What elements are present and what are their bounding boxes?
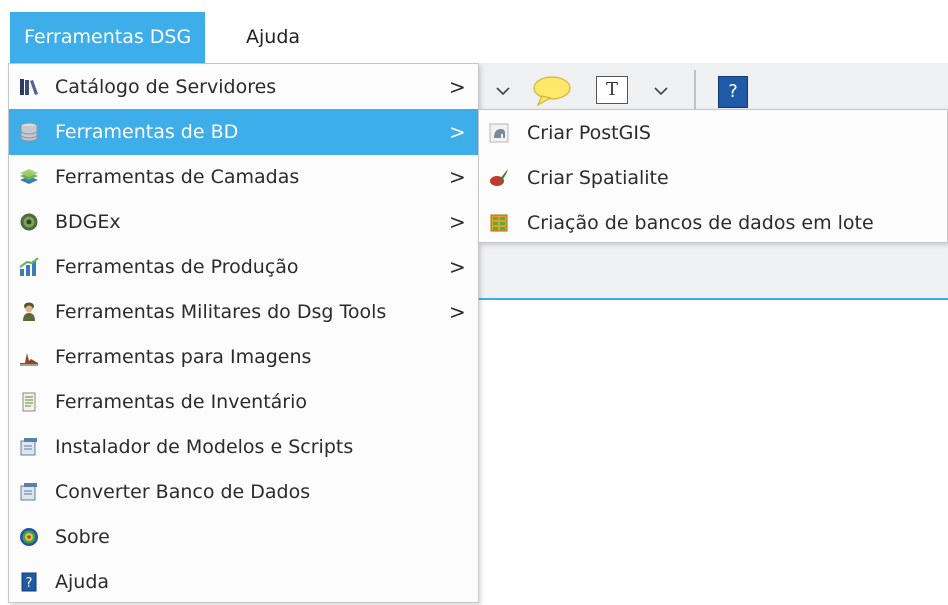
help-icon[interactable]: ? xyxy=(718,76,748,108)
menu-item-label: Ferramentas de BD xyxy=(55,121,239,143)
panel-divider xyxy=(478,298,948,300)
menu-item-converter-banco[interactable]: Converter Banco de Dados xyxy=(9,469,478,515)
menu-item-label: Ferramentas Militares do Dsg Tools xyxy=(55,301,387,323)
submenu-arrow-icon: > xyxy=(449,165,466,189)
menu-item-ferramentas-bd[interactable]: Ferramentas de BD > xyxy=(9,109,478,155)
ferramentas-bd-submenu: Criar PostGIS Criar Spatialite Criação d… xyxy=(478,109,948,243)
svg-text:?: ? xyxy=(26,576,33,591)
menu-item-catalogo-servidores[interactable]: Catálogo de Servidores > xyxy=(9,64,478,110)
menu-item-label: Ferramentas de Produção xyxy=(55,256,299,278)
target-icon xyxy=(20,528,38,546)
postgis-elephant-icon xyxy=(489,123,509,143)
toolbar-separator xyxy=(694,70,696,110)
submenu-item-label: Criar Spatialite xyxy=(527,167,669,189)
menu-item-ferramentas-militares[interactable]: Ferramentas Militares do Dsg Tools > xyxy=(9,289,478,335)
menu-item-ferramentas-camadas[interactable]: Ferramentas de Camadas > xyxy=(9,154,478,200)
production-chart-icon xyxy=(19,257,39,276)
menu-item-ferramentas-producao[interactable]: Ferramentas de Produção > xyxy=(9,244,478,290)
books-icon xyxy=(20,79,38,95)
submenu-arrow-icon: > xyxy=(449,300,466,324)
installer-icon xyxy=(20,438,37,456)
globe-icon xyxy=(20,213,38,231)
submenu-item-criar-postgis[interactable]: Criar PostGIS xyxy=(479,110,947,156)
menu-item-label: BDGEx xyxy=(55,211,121,233)
submenu-arrow-icon: > xyxy=(449,120,466,144)
database-icon xyxy=(20,122,38,142)
submenu-item-criar-spatialite[interactable]: Criar Spatialite xyxy=(479,155,947,201)
menu-item-label: Instalador de Modelos e Scripts xyxy=(55,436,354,458)
menu-item-label: Ajuda xyxy=(55,571,110,593)
histogram-icon xyxy=(20,353,38,366)
menu-item-label: Catálogo de Servidores xyxy=(55,76,277,98)
menu-item-label: Sobre xyxy=(55,526,110,548)
menu-item-ferramentas-imagens[interactable]: Ferramentas para Imagens xyxy=(9,334,478,380)
batch-database-icon xyxy=(490,214,508,232)
speech-balloon-icon[interactable] xyxy=(530,74,574,108)
help-book-icon: ? xyxy=(21,572,37,592)
chevron-down-icon[interactable] xyxy=(652,82,670,100)
spatialite-feather-icon xyxy=(490,169,508,186)
layers-icon xyxy=(20,169,38,184)
menu-item-label: Ferramentas para Imagens xyxy=(55,346,312,368)
submenu-item-criacao-lote[interactable]: Criação de bancos de dados em lote xyxy=(479,200,947,246)
submenu-arrow-icon: > xyxy=(449,210,466,234)
menu-ferramentas-dsg[interactable]: Ferramentas DSG xyxy=(10,12,206,63)
menu-item-label: Ferramentas de Camadas xyxy=(55,166,300,188)
menu-item-label: Converter Banco de Dados xyxy=(55,481,311,503)
menubar: Ferramentas DSG Ajuda xyxy=(0,0,948,63)
menu-item-label: Ferramentas de Inventário xyxy=(55,391,308,413)
submenu-arrow-icon: > xyxy=(449,75,466,99)
soldier-icon xyxy=(23,302,35,321)
chevron-down-icon[interactable] xyxy=(494,82,512,100)
document-list-icon xyxy=(22,392,36,412)
submenu-item-label: Criação de bancos de dados em lote xyxy=(527,212,874,234)
convert-icon xyxy=(20,483,37,501)
menu-item-sobre[interactable]: Sobre xyxy=(9,514,478,560)
submenu-arrow-icon: > xyxy=(449,255,466,279)
submenu-item-label: Criar PostGIS xyxy=(527,122,651,144)
menu-item-ferramentas-inventario[interactable]: Ferramentas de Inventário xyxy=(9,379,478,425)
menu-item-instalador-modelos[interactable]: Instalador de Modelos e Scripts xyxy=(9,424,478,470)
text-annotation-icon[interactable]: T xyxy=(596,76,628,104)
menu-item-bdgex[interactable]: BDGEx > xyxy=(9,199,478,245)
menu-item-ajuda[interactable]: ? Ajuda xyxy=(9,559,478,605)
ferramentas-dsg-menu: Catálogo de Servidores > Ferramentas de … xyxy=(8,63,479,603)
menu-ajuda[interactable]: Ajuda xyxy=(232,12,314,63)
